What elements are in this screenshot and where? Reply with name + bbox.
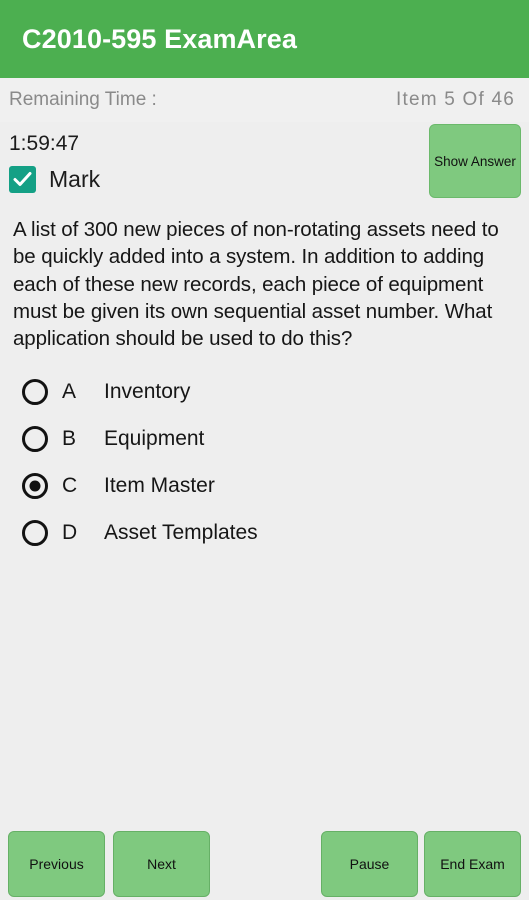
- mark-label: Mark: [49, 166, 101, 192]
- mark-checkbox[interactable]: [9, 166, 36, 193]
- option-row-b[interactable]: B Equipment: [0, 415, 529, 462]
- option-letter-d: D: [62, 520, 78, 544]
- page-title: C2010-595 ExamArea: [22, 23, 297, 54]
- option-letter-a: A: [62, 379, 77, 403]
- item-counter: Item 5 Of 46: [396, 89, 515, 110]
- option-row-c[interactable]: C Item Master: [0, 462, 529, 509]
- check-icon: [13, 172, 32, 186]
- option-text-c: Item Master: [104, 473, 215, 497]
- pause-button[interactable]: Pause: [321, 831, 418, 897]
- option-row-a[interactable]: A Inventory: [0, 368, 529, 415]
- radio-icon-b[interactable]: [22, 425, 48, 452]
- answer-options-list: A Inventory B Equipment C Item Master D …: [0, 368, 529, 556]
- previous-button[interactable]: Previous: [8, 831, 105, 897]
- option-text-d: Asset Templates: [104, 520, 258, 544]
- radio-icon-a[interactable]: [22, 378, 48, 405]
- next-button[interactable]: Next: [113, 831, 210, 897]
- navigation-bar: Previous Next Pause End Exam: [0, 828, 529, 900]
- exam-info-bar: Remaining Time : Item 5 Of 46: [0, 78, 529, 122]
- option-text-b: Equipment: [104, 426, 205, 450]
- radio-icon-c[interactable]: [22, 472, 48, 499]
- remaining-time-label: Remaining Time :: [9, 89, 157, 110]
- option-letter-c: C: [62, 473, 78, 497]
- option-letter-b: B: [62, 426, 77, 450]
- question-text: A list of 300 new pieces of non-rotating…: [13, 218, 499, 350]
- radio-icon-d[interactable]: [22, 519, 48, 546]
- show-answer-button[interactable]: Show Answer: [429, 124, 521, 198]
- end-exam-button[interactable]: End Exam: [424, 831, 521, 897]
- option-text-a: Inventory: [104, 379, 191, 403]
- option-row-d[interactable]: D Asset Templates: [0, 509, 529, 556]
- app-header: C2010-595 ExamArea: [0, 0, 529, 78]
- status-block: 1:59:47 Mark Show Answer: [0, 122, 529, 208]
